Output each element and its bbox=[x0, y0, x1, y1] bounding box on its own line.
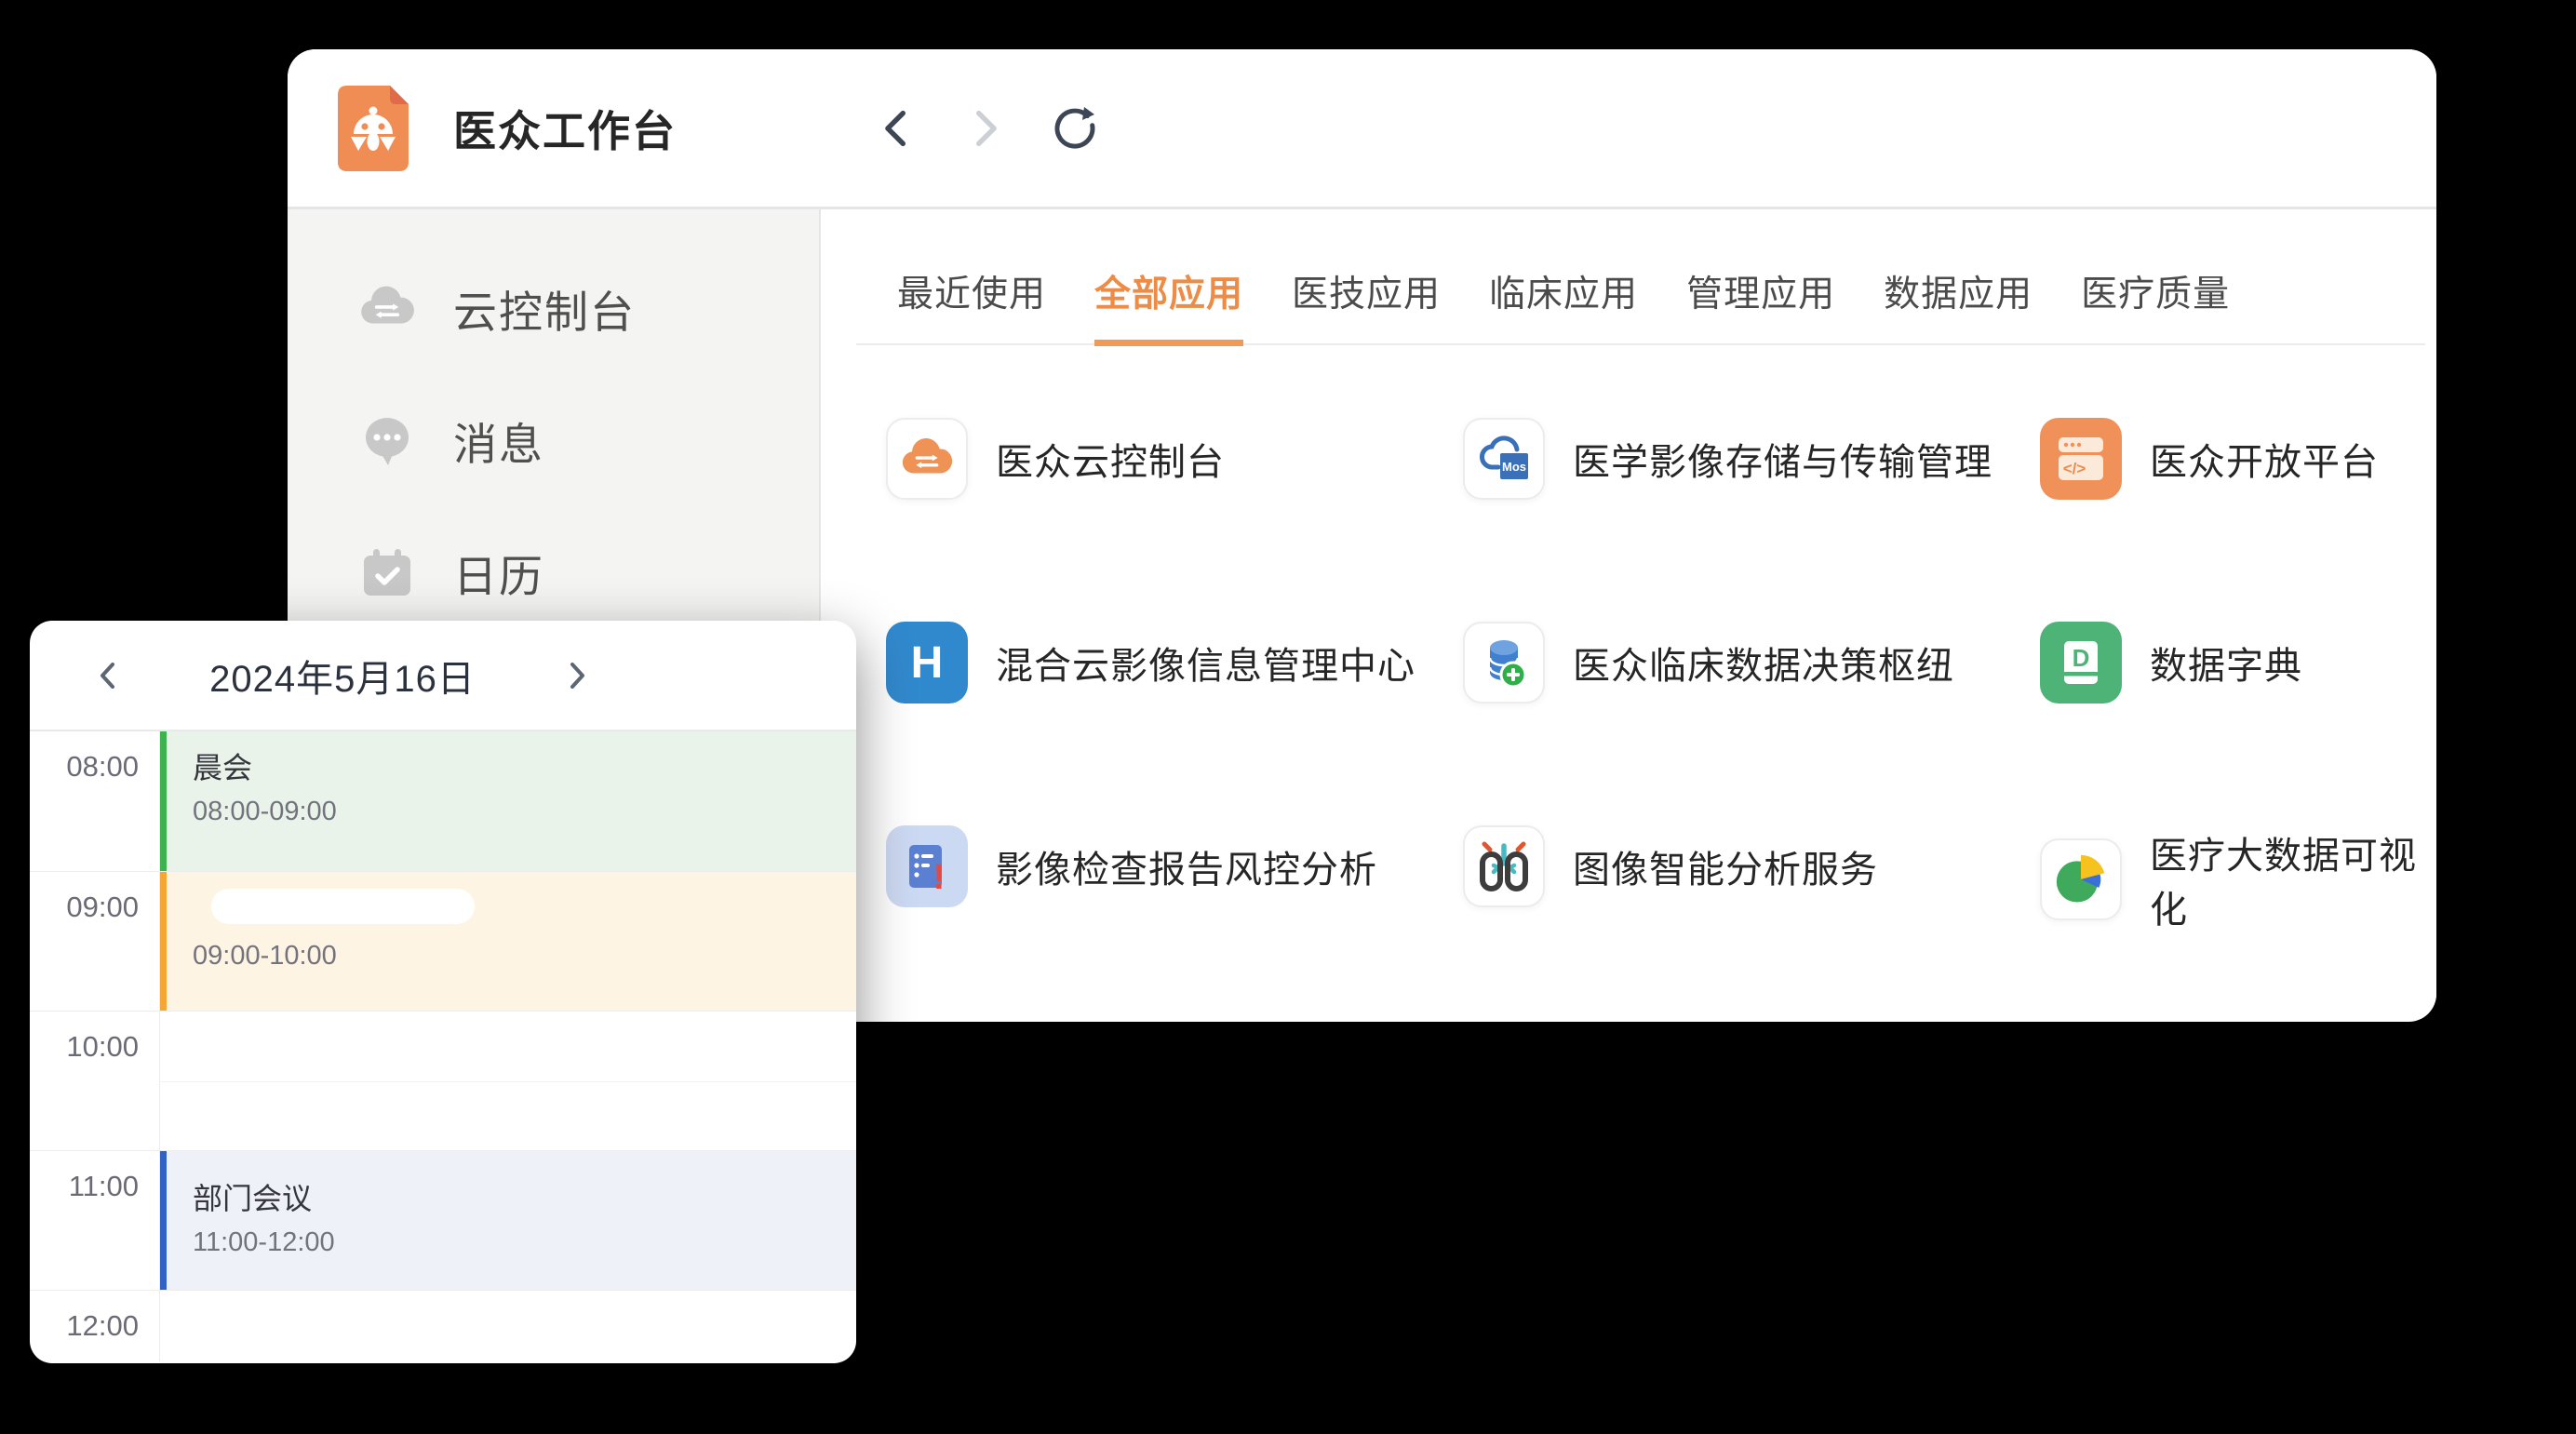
event-title: 晨会 bbox=[193, 744, 856, 787]
report-risk-icon: ! bbox=[886, 825, 968, 907]
app-item-open-platform[interactable]: </> 医众开放平台 bbox=[2040, 418, 2436, 500]
open-platform-icon: </> bbox=[2040, 418, 2122, 500]
app-label: 影像检查报告风控分析 bbox=[996, 839, 1377, 893]
sidebar-item-label: 日历 bbox=[453, 541, 544, 605]
chevron-left-icon bbox=[878, 103, 915, 154]
svg-text:Mos: Mos bbox=[1502, 460, 1526, 474]
calendar-row: 09:00 09:00-10:00 bbox=[30, 871, 856, 1011]
pie-chart-icon bbox=[2040, 838, 2122, 920]
clinical-data-icon bbox=[1463, 622, 1545, 704]
calendar-row: 11:00 部门会议 11:00-12:00 bbox=[30, 1150, 856, 1290]
app-item-image-storage[interactable]: Mos 医学影像存储与传输管理 bbox=[1463, 418, 2040, 500]
calendar-date-label: 2024年5月16日 bbox=[128, 649, 557, 703]
calendar-panel: 2024年5月16日 08:00 晨会 08:00-09:00 09:00 09… bbox=[30, 621, 856, 1363]
app-grid: 医众云控制台 Mos 医学影像存储与传输管理 bbox=[821, 418, 2436, 1022]
chevron-right-icon bbox=[967, 103, 1004, 154]
app-item-hybrid-cloud-center[interactable]: H 混合云影像信息管理中心 bbox=[886, 622, 1463, 704]
chevron-right-icon bbox=[563, 657, 591, 694]
app-item-report-risk-analysis[interactable]: ! 影像检查报告风控分析 bbox=[886, 825, 1463, 907]
tab-medtech-apps[interactable]: 医技应用 bbox=[1292, 265, 1441, 346]
cloud-console-icon bbox=[886, 418, 968, 500]
sidebar-item-label: 云控制台 bbox=[453, 276, 636, 341]
app-label: 图像智能分析服务 bbox=[1573, 839, 1878, 893]
forward-button[interactable] bbox=[961, 102, 1010, 154]
calendar-header: 2024年5月16日 bbox=[30, 621, 856, 731]
lungs-icon bbox=[1463, 825, 1545, 907]
time-label: 09:00 bbox=[30, 872, 160, 1011]
data-dictionary-icon: D bbox=[2040, 622, 2122, 704]
app-label: 医众开放平台 bbox=[2150, 432, 2379, 486]
calendar-row: 10:00 bbox=[30, 1011, 856, 1150]
event-time: 08:00-09:00 bbox=[193, 797, 856, 827]
app-label: 医学影像存储与传输管理 bbox=[1573, 432, 1992, 486]
mos-cloud-icon: Mos bbox=[1463, 418, 1545, 500]
time-label: 11:00 bbox=[30, 1151, 160, 1290]
app-item-cloud-console[interactable]: 医众云控制台 bbox=[886, 418, 1463, 500]
svg-text:!: ! bbox=[933, 858, 946, 896]
cloud-icon bbox=[356, 285, 418, 331]
tab-bar: 最近使用 全部应用 医技应用 临床应用 管理应用 数据应用 医疗质量 bbox=[856, 265, 2425, 345]
calendar-event-morning-meeting[interactable]: 晨会 08:00-09:00 bbox=[160, 731, 856, 871]
h-glyph: H bbox=[911, 637, 944, 689]
tab-recently-used[interactable]: 最近使用 bbox=[897, 265, 1046, 346]
app-label: 医众临床数据决策枢纽 bbox=[1573, 636, 1954, 690]
tab-clinical-apps[interactable]: 临床应用 bbox=[1489, 265, 1638, 346]
calendar-prev-button[interactable] bbox=[87, 655, 128, 696]
chevron-left-icon bbox=[94, 657, 122, 694]
app-item-clinical-data-hub[interactable]: 医众临床数据决策枢纽 bbox=[1463, 622, 2040, 704]
time-label: 10:00 bbox=[30, 1012, 160, 1150]
svg-text:</>: </> bbox=[2063, 460, 2086, 477]
app-item-image-ai-service[interactable]: 图像智能分析服务 bbox=[1463, 825, 2040, 907]
tab-all-apps[interactable]: 全部应用 bbox=[1094, 265, 1243, 346]
back-button[interactable] bbox=[872, 102, 920, 154]
app-label: 医众云控制台 bbox=[996, 432, 1225, 486]
sidebar-item-cloud-console[interactable]: 云控制台 bbox=[288, 263, 819, 353]
calendar-event-redacted[interactable]: 09:00-10:00 bbox=[160, 872, 856, 1011]
app-label: 数据字典 bbox=[2150, 636, 2302, 690]
hybrid-cloud-icon: H bbox=[886, 622, 968, 704]
event-time: 11:00-12:00 bbox=[193, 1227, 856, 1258]
app-label: 医疗大数据可视化 bbox=[2150, 825, 2436, 933]
time-label: 12:00 bbox=[30, 1291, 160, 1361]
content-area: 最近使用 全部应用 医技应用 临床应用 管理应用 数据应用 医疗质量 bbox=[821, 209, 2436, 1019]
calendar-icon bbox=[356, 547, 418, 597]
sidebar-item-label: 消息 bbox=[453, 409, 544, 473]
message-icon bbox=[356, 413, 418, 467]
svg-text:D: D bbox=[2073, 644, 2090, 672]
app-title: 医众工作台 bbox=[453, 98, 677, 159]
time-label: 08:00 bbox=[30, 731, 160, 871]
app-item-big-data-visualization[interactable]: 医疗大数据可视化 bbox=[2040, 825, 2436, 933]
tab-data-apps[interactable]: 数据应用 bbox=[1884, 265, 2033, 346]
refresh-icon bbox=[1051, 103, 1099, 154]
nav-controls bbox=[872, 102, 1099, 154]
window-header: 医众工作台 bbox=[288, 49, 2436, 209]
event-time: 09:00-10:00 bbox=[193, 941, 856, 972]
calendar-next-button[interactable] bbox=[557, 655, 597, 696]
calendar-row: 08:00 晨会 08:00-09:00 bbox=[30, 731, 856, 871]
event-title: 部门会议 bbox=[193, 1175, 856, 1218]
sidebar-item-messages[interactable]: 消息 bbox=[288, 395, 819, 485]
calendar-row: 12:00 bbox=[30, 1290, 856, 1361]
app-label: 混合云影像信息管理中心 bbox=[996, 636, 1415, 690]
event-title-placeholder bbox=[211, 889, 475, 924]
calendar-grid: 08:00 晨会 08:00-09:00 09:00 09:00-10:00 1… bbox=[30, 731, 856, 1361]
calendar-event-department-meeting[interactable]: 部门会议 11:00-12:00 bbox=[160, 1151, 856, 1290]
refresh-button[interactable] bbox=[1051, 102, 1099, 154]
app-logo-icon bbox=[329, 80, 418, 177]
app-item-data-dictionary[interactable]: D 数据字典 bbox=[2040, 622, 2436, 704]
tab-medical-quality[interactable]: 医疗质量 bbox=[2081, 265, 2230, 346]
sidebar-item-calendar[interactable]: 日历 bbox=[288, 528, 819, 617]
tab-management-apps[interactable]: 管理应用 bbox=[1686, 265, 1835, 346]
